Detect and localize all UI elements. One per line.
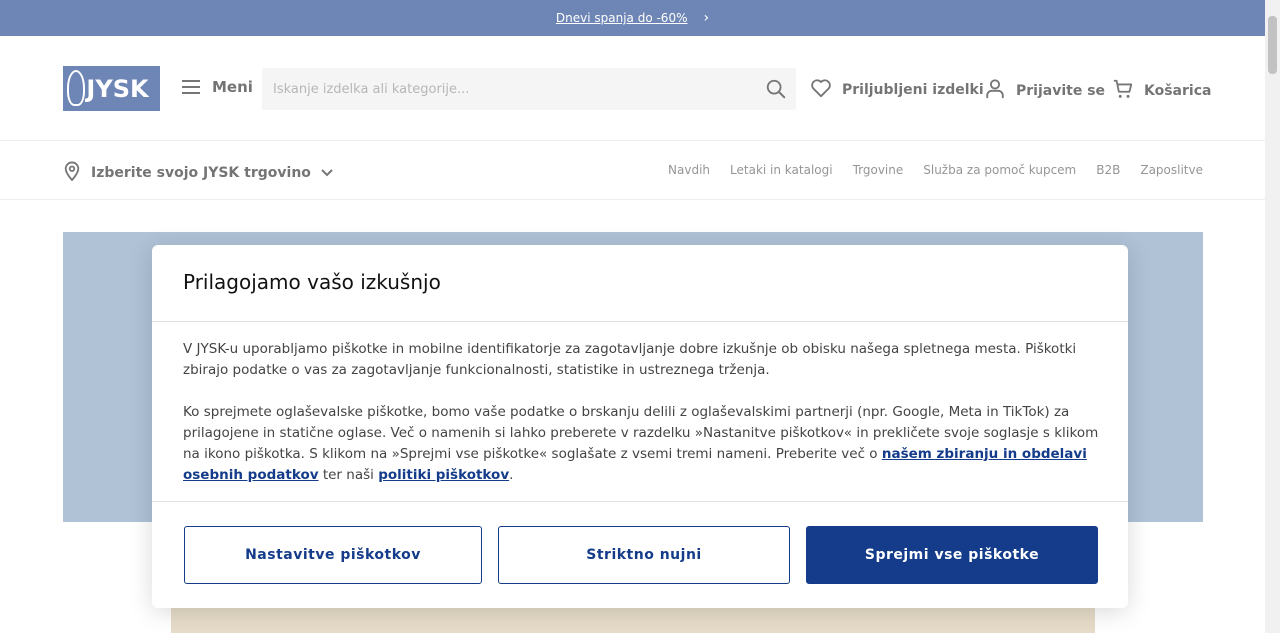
scrollbar-thumb[interactable] <box>1268 16 1277 74</box>
dialog-title: Prilagojamo vašo izkušnjo <box>183 270 441 294</box>
cookie-settings-button[interactable]: Nastavitve piškotkov <box>184 526 482 584</box>
cookie-policy-link[interactable]: politiki piškotkov <box>378 467 509 483</box>
cookie-consent-dialog: Prilagojamo vašo izkušnjo V JYSK-u upora… <box>152 245 1128 608</box>
paragraph-2-connector: ter naši <box>318 467 379 483</box>
dialog-paragraph-2: Ko sprejmete oglaševalske piškotke, bomo… <box>183 402 1099 486</box>
paragraph-2-end: . <box>509 467 514 483</box>
page-scrollbar[interactable] <box>1265 0 1280 633</box>
strictly-necessary-button[interactable]: Striktno nujni <box>498 526 790 584</box>
accept-all-cookies-button[interactable]: Sprejmi vse piškotke <box>806 526 1098 584</box>
dialog-paragraph-1: V JYSK-u uporabljamo piškotke in mobilne… <box>183 341 1077 378</box>
dialog-body: V JYSK-u uporabljamo piškotke in mobilne… <box>183 339 1099 486</box>
divider <box>152 501 1128 502</box>
divider <box>152 321 1128 322</box>
